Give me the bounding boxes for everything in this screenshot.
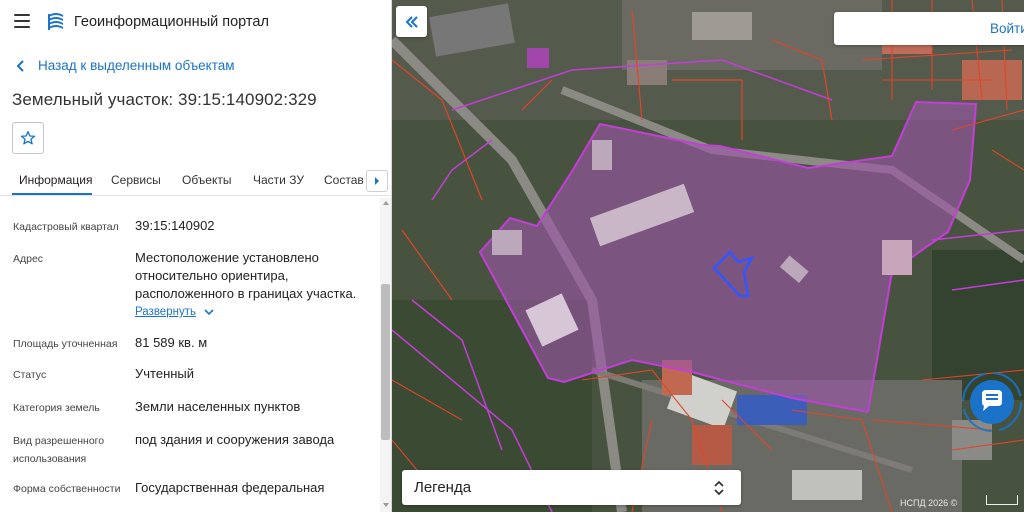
area-value: 81 589 кв. м <box>135 335 208 350</box>
permitted-use-value: под здания и сооружения завода <box>135 432 335 447</box>
scroll-up-arrow[interactable] <box>383 201 389 205</box>
ownership-label: Форма собственности <box>13 483 121 495</box>
address-line: расположенного в границах участка. <box>135 286 357 301</box>
map-credit: НСПД 2026 © <box>900 498 958 508</box>
tab-land-parts[interactable]: Части ЗУ <box>253 173 304 187</box>
map-scale-bar <box>986 495 1018 505</box>
cadastral-quarter-label: Кадастровый квартал <box>13 221 119 233</box>
expand-collapse-icon <box>714 480 724 496</box>
chevron-down-icon <box>204 308 214 315</box>
land-category-label: Категория земель <box>13 402 100 414</box>
tab-bar: Информация Сервисы Объекты Части ЗУ Сост… <box>0 166 391 196</box>
scroll-down-arrow[interactable] <box>383 503 389 507</box>
address-label: Адрес <box>13 253 44 265</box>
ownership-value: Государственная федеральная <box>135 480 325 495</box>
info-panel: Геоинформационный портал Назад к выделен… <box>0 0 392 512</box>
portal-logo-icon <box>48 13 63 30</box>
login-button[interactable]: Войти <box>990 21 1024 36</box>
chevron-left-icon <box>16 59 24 72</box>
tab-information[interactable]: Информация <box>19 173 92 187</box>
satellite-map[interactable] <box>392 0 1024 512</box>
tabs-scroll-right-button[interactable] <box>366 170 388 192</box>
tab-composition[interactable]: Состав <box>324 173 364 187</box>
back-to-selection-link[interactable]: Назад к выделенным объектам <box>14 58 235 73</box>
double-chevron-left-icon <box>405 15 418 28</box>
address-line: Местоположение установлено <box>135 250 319 265</box>
app-title: Геоинформационный портал <box>74 14 269 30</box>
permitted-use-label: использования <box>13 453 87 465</box>
scrollbar-thumb[interactable] <box>381 284 390 440</box>
info-list: Кадастровый квартал 39:15:140902 Адрес М… <box>0 197 380 512</box>
map-canvas[interactable] <box>392 0 1024 512</box>
tab-objects[interactable]: Объекты <box>182 173 232 187</box>
address-line: относительно ориентира, <box>135 268 289 283</box>
star-icon <box>20 131 36 145</box>
panel-header: Геоинформационный портал <box>0 0 391 44</box>
status-label: Статус <box>13 369 47 381</box>
tab-services[interactable]: Сервисы <box>111 173 161 187</box>
page-title: Земельный участок: 39:15:140902:329 <box>12 90 317 109</box>
cadastral-quarter-value: 39:15:140902 <box>135 218 215 233</box>
legend-label: Легенда <box>414 479 472 496</box>
chat-button[interactable] <box>961 371 1023 433</box>
active-tab-indicator <box>12 193 92 195</box>
menu-icon[interactable] <box>14 14 30 28</box>
collapse-panel-button[interactable] <box>396 6 427 37</box>
area-label: Площадь уточненная <box>13 338 118 350</box>
chevron-right-icon <box>375 177 379 185</box>
permitted-use-label: Вид разрешенного <box>13 435 105 447</box>
expand-address-link[interactable]: Развернуть <box>135 306 214 318</box>
land-category-value: Земли населенных пунктов <box>135 399 301 414</box>
expand-label: Развернуть <box>135 306 196 318</box>
favorite-button[interactable] <box>12 122 44 154</box>
back-link-label: Назад к выделенным объектам <box>38 58 235 73</box>
status-value: Учтенный <box>135 366 195 381</box>
